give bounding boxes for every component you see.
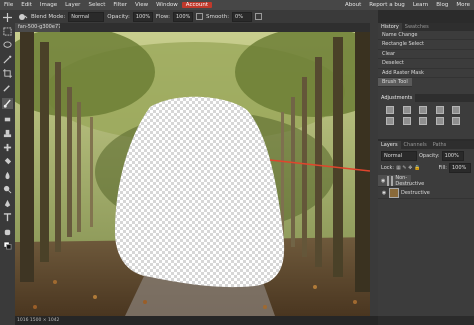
pressure-checkbox[interactable] xyxy=(255,13,263,20)
history-panel-tabs: History Swatches xyxy=(378,23,474,31)
brush-preset-icon[interactable] xyxy=(18,13,28,21)
adjustments-panel-tabs: Adjustments xyxy=(378,94,474,102)
black-white-icon[interactable] xyxy=(419,117,428,125)
options-bar: Blend Mode: Normal Opacity: 100% Flow: 1… xyxy=(0,10,378,23)
channel-mixer-icon[interactable] xyxy=(452,117,461,125)
tab-layers[interactable]: Layers xyxy=(378,141,401,149)
move-tool-icon[interactable] xyxy=(2,12,13,23)
flow-input[interactable]: 100% xyxy=(172,11,193,22)
blend-mode-label: Blend Mode: xyxy=(31,13,66,20)
forest-path-photo xyxy=(15,32,378,316)
history-item[interactable]: Rectangle Select xyxy=(378,40,474,50)
fill-input[interactable]: 100% xyxy=(449,163,471,173)
menu-blog[interactable]: Blog xyxy=(432,2,452,8)
lock-icons[interactable]: ▦ ✎ ✥ 🔒 xyxy=(396,165,420,171)
menu-filter[interactable]: Filter xyxy=(109,2,131,8)
menu-edit[interactable]: Edit xyxy=(17,2,36,8)
dodge-tool-icon[interactable] xyxy=(2,184,13,195)
heal-tool-icon[interactable] xyxy=(2,142,13,153)
layer-lock-row: Lock: ▦ ✎ ✥ 🔒 Fill: 100% xyxy=(378,163,474,175)
history-panel: History Swatches Name Change Rectangle S… xyxy=(378,23,474,94)
menu-image[interactable]: Image xyxy=(36,2,61,8)
hue-saturation-icon[interactable] xyxy=(386,117,394,125)
exposure-icon[interactable] xyxy=(435,106,444,114)
layer-thumbnail xyxy=(387,175,390,186)
curves-icon[interactable] xyxy=(419,106,428,114)
airbrush-checkbox[interactable] xyxy=(195,13,203,20)
menu-account[interactable]: Account xyxy=(181,2,213,8)
text-tool-icon[interactable] xyxy=(2,212,13,223)
layer-opacity-label: Opacity: xyxy=(419,153,440,159)
stamp-tool-icon[interactable] xyxy=(2,128,13,139)
status-bar: 1016 1500 × 1042 xyxy=(15,316,378,325)
tab-history[interactable]: History xyxy=(378,23,402,31)
adjustment-icons xyxy=(378,102,474,129)
layer-thumbnail xyxy=(389,187,399,198)
lock-label: Lock: xyxy=(381,165,395,171)
tab-swatches[interactable]: Swatches xyxy=(402,23,432,31)
layer-name: Non-Destructive xyxy=(395,174,425,187)
menu-layer[interactable]: Layer xyxy=(61,2,84,8)
layer-blend-row: Normal Opacity: 100% xyxy=(378,149,474,163)
bucket-tool-icon[interactable] xyxy=(2,156,13,167)
menu-report-bug[interactable]: Report a bug xyxy=(365,2,409,8)
menu-right-group: About Report a bug Learn Blog More xyxy=(341,2,474,8)
smooth-label: Smooth: xyxy=(205,13,230,20)
document-tab-bar: fan-500-g300e7788... xyxy=(15,23,378,32)
history-item[interactable]: Name Change xyxy=(378,31,474,41)
history-item[interactable]: Add Raster Mask xyxy=(378,69,474,78)
panel-collapse-rail[interactable] xyxy=(370,23,378,316)
menu-about[interactable]: About xyxy=(341,2,365,8)
blur-tool-icon[interactable] xyxy=(2,170,13,181)
menu-window[interactable]: Window xyxy=(152,2,182,8)
layers-panel: Layers Channels Paths Normal Opacity: 10… xyxy=(378,141,474,316)
layer-row[interactable]: ◉ Non-Destructive xyxy=(378,175,424,187)
lasso-tool-icon[interactable] xyxy=(2,40,13,51)
eyedropper-tool-icon[interactable] xyxy=(2,82,13,93)
photo-filter-icon[interactable] xyxy=(435,117,444,125)
opacity-input[interactable]: 100% xyxy=(132,11,153,22)
layer-opacity-input[interactable]: 100% xyxy=(441,151,464,161)
wand-tool-icon[interactable] xyxy=(2,54,13,65)
marquee-tool-icon[interactable] xyxy=(2,26,13,37)
layers-panel-tabs: Layers Channels Paths xyxy=(378,141,474,149)
opacity-label: Opacity: xyxy=(107,13,130,20)
layer-row[interactable]: ◉ Destructive xyxy=(378,187,474,199)
layer-mask-thumbnail[interactable] xyxy=(391,175,394,186)
eraser-tool-icon[interactable] xyxy=(2,114,13,125)
history-item-selected[interactable]: Brush Tool xyxy=(378,77,412,88)
history-item[interactable]: Deselect xyxy=(378,59,474,69)
adjustments-panel: Adjustments xyxy=(378,94,474,139)
vibrance-icon[interactable] xyxy=(452,106,461,114)
history-item[interactable]: Clear xyxy=(378,50,474,60)
menu-more[interactable]: More xyxy=(452,2,474,8)
layer-name: Destructive xyxy=(401,189,430,196)
document-tab[interactable]: fan-500-g300e7788... xyxy=(15,23,60,32)
levels-icon[interactable] xyxy=(402,106,411,114)
visibility-eye-icon[interactable]: ◉ xyxy=(381,178,385,184)
menu-bar: File Edit Image Layer Select Filter View… xyxy=(0,0,474,10)
menu-select[interactable]: Select xyxy=(84,2,109,8)
brightness-icon[interactable] xyxy=(386,106,394,114)
color-swatches-icon[interactable] xyxy=(2,240,13,251)
fill-label: Fill: xyxy=(438,165,447,171)
menu-learn[interactable]: Learn xyxy=(409,2,432,8)
smooth-input[interactable]: 0% xyxy=(232,11,253,22)
pen-tool-icon[interactable] xyxy=(2,198,13,209)
tab-channels[interactable]: Channels xyxy=(401,141,430,149)
tab-paths[interactable]: Paths xyxy=(430,141,450,149)
color-balance-icon[interactable] xyxy=(402,117,411,125)
tab-adjustments[interactable]: Adjustments xyxy=(378,94,416,102)
flow-label: Flow: xyxy=(155,13,170,20)
hand-tool-icon[interactable] xyxy=(2,226,13,237)
tool-bar xyxy=(0,10,15,325)
crop-tool-icon[interactable] xyxy=(2,68,13,79)
image-canvas[interactable] xyxy=(15,32,378,316)
visibility-eye-icon[interactable]: ◉ xyxy=(381,190,387,196)
layer-blend-select[interactable]: Normal xyxy=(381,151,417,161)
blend-mode-select[interactable]: Normal xyxy=(68,11,105,22)
menu-view[interactable]: View xyxy=(131,2,152,8)
brush-tool-icon[interactable] xyxy=(2,98,13,109)
menu-file[interactable]: File xyxy=(0,2,17,8)
